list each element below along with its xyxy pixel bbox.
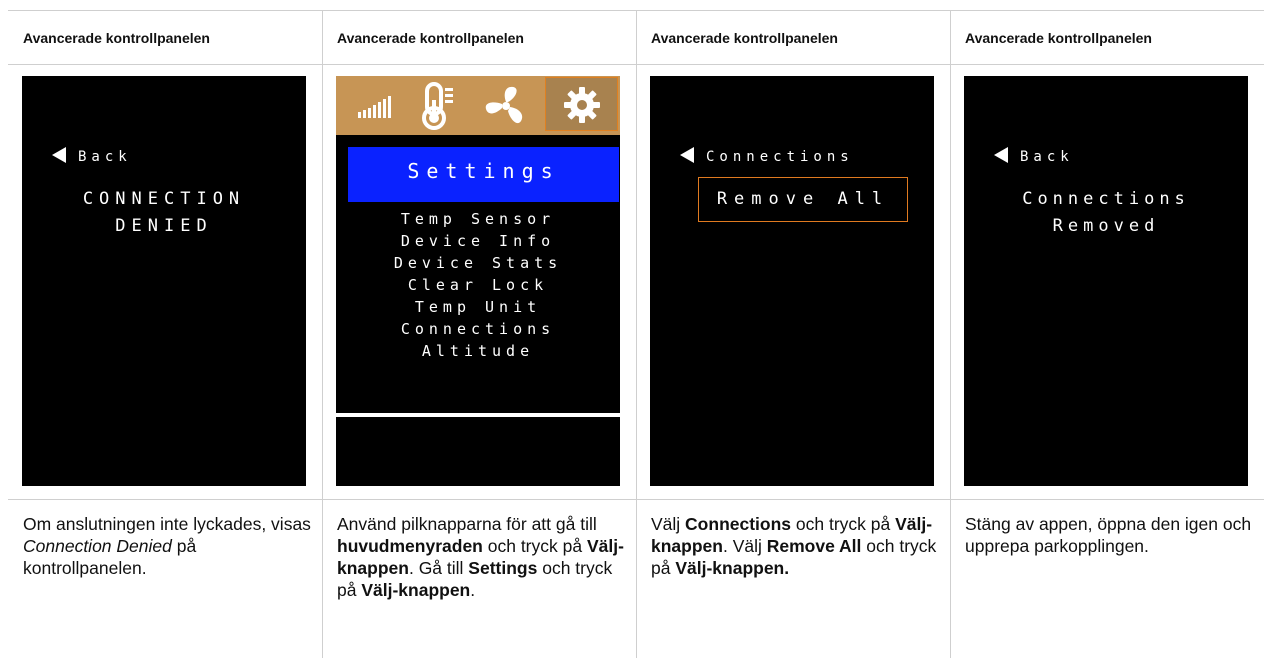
left-arrow-icon bbox=[52, 147, 66, 163]
control-panel-screen: Connections Remove All bbox=[650, 76, 934, 486]
column-header: Avancerade kontrollpanelen bbox=[950, 11, 1264, 65]
back-label: Back bbox=[78, 149, 132, 165]
description-text: Om anslutningen inte lyckades, visas Con… bbox=[23, 514, 311, 578]
screen-cell: Settings Temp Sensor Device Info Device … bbox=[322, 65, 636, 500]
main-menu-bar bbox=[336, 76, 620, 135]
settings-menu: Temp Sensor Device Info Device Stats Cle… bbox=[336, 208, 620, 362]
column-header-text: Avancerade kontrollpanelen bbox=[23, 30, 210, 46]
step-column-1: Avancerade kontrollpanelen Back CONNECTI… bbox=[8, 11, 322, 658]
screen-divider bbox=[336, 413, 620, 417]
description-cell: Om anslutningen inte lyckades, visas Con… bbox=[8, 500, 322, 658]
step-column-2: Avancerade kontrollpanelen Settings Temp… bbox=[322, 11, 636, 658]
column-header-text: Avancerade kontrollpanelen bbox=[337, 30, 524, 46]
control-panel-screen: Back CONNECTION DENIED bbox=[22, 76, 306, 486]
fan-icon bbox=[485, 86, 523, 124]
connections-header: Connections bbox=[680, 147, 854, 165]
step-column-3: Avancerade kontrollpanelen Connections R… bbox=[636, 11, 950, 658]
gear-icon bbox=[564, 87, 600, 123]
remove-all-label: Remove All bbox=[716, 189, 890, 209]
column-header: Avancerade kontrollpanelen bbox=[636, 11, 950, 65]
description-cell: Använd pilknapparna för att gå till huvu… bbox=[322, 500, 636, 658]
back-label: Back bbox=[1020, 149, 1074, 165]
settings-title-bar: Settings bbox=[348, 147, 619, 202]
connections-removed-message: Connections Removed bbox=[964, 186, 1248, 240]
menu-item: Device Info bbox=[400, 232, 556, 250]
screen-cell: Back CONNECTION DENIED bbox=[8, 65, 322, 500]
screen-cell: Back Connections Removed bbox=[950, 65, 1264, 500]
screen-cell: Connections Remove All bbox=[636, 65, 950, 500]
menu-item: Device Stats bbox=[393, 254, 563, 272]
menu-item: Clear Lock bbox=[407, 276, 549, 294]
settings-title: Settings bbox=[407, 159, 560, 183]
description-text: Använd pilknapparna för att gå till huvu… bbox=[337, 514, 624, 600]
instruction-table: Avancerade kontrollpanelen Back CONNECTI… bbox=[8, 10, 1264, 658]
remove-all-option: Remove All bbox=[698, 177, 908, 222]
message-line-2: DENIED bbox=[115, 216, 213, 236]
menu-item: Temp Sensor bbox=[400, 210, 556, 228]
message-line-1: CONNECTION bbox=[82, 189, 246, 209]
control-panel-screen: Settings Temp Sensor Device Info Device … bbox=[336, 76, 620, 486]
menu-item: Connections bbox=[400, 320, 556, 338]
back-option: Back bbox=[52, 147, 132, 165]
left-arrow-icon bbox=[994, 147, 1008, 163]
description-cell: Stäng av appen, öppna den igen och uppre… bbox=[950, 500, 1264, 658]
message-line-2: Removed bbox=[1052, 216, 1160, 236]
thermometer-icon bbox=[422, 82, 453, 130]
column-header: Avancerade kontrollpanelen bbox=[8, 11, 322, 65]
left-arrow-icon bbox=[680, 147, 694, 163]
message-line-1: Connections bbox=[1022, 189, 1190, 209]
description-text: Välj Connections och tryck på Välj-knapp… bbox=[651, 514, 937, 578]
step-column-4: Avancerade kontrollpanelen Back Connecti… bbox=[950, 11, 1264, 658]
menu-item: Altitude bbox=[421, 342, 535, 360]
description-cell: Välj Connections och tryck på Välj-knapp… bbox=[636, 500, 950, 658]
column-header-text: Avancerade kontrollpanelen bbox=[651, 30, 838, 46]
menu-item: Temp Unit bbox=[414, 298, 542, 316]
connections-label: Connections bbox=[706, 149, 854, 165]
connection-denied-message: CONNECTION DENIED bbox=[22, 186, 306, 240]
signal-icon bbox=[358, 96, 391, 118]
control-panel-screen: Back Connections Removed bbox=[964, 76, 1248, 486]
back-option: Back bbox=[994, 147, 1074, 165]
column-header: Avancerade kontrollpanelen bbox=[322, 11, 636, 65]
column-header-text: Avancerade kontrollpanelen bbox=[965, 30, 1152, 46]
description-text: Stäng av appen, öppna den igen och uppre… bbox=[965, 514, 1252, 556]
